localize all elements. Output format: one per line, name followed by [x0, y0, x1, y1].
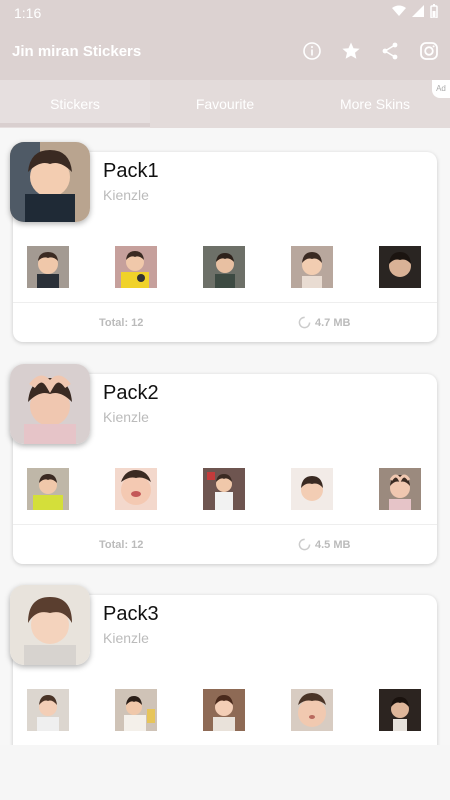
- sticker-thumbnail: [203, 246, 245, 288]
- tab-more-skins[interactable]: More Skins: [300, 80, 450, 128]
- star-icon[interactable]: [340, 40, 362, 62]
- sticker-thumbnail: [291, 246, 333, 288]
- pack-author: Kienzle: [103, 409, 149, 425]
- wifi-icon: [392, 5, 406, 16]
- signal-icon: [412, 5, 424, 17]
- battery-icon: [430, 4, 438, 18]
- status-icons: [392, 4, 438, 18]
- sticker-thumbnail: [291, 689, 333, 731]
- tab-bar: Stickers Favourite More Skins: [0, 80, 450, 128]
- pack-cover-image: [10, 142, 90, 222]
- pack-name: Pack1: [103, 160, 159, 182]
- app-bar: Jin miran Stickers: [0, 26, 450, 80]
- status-time: 1:16: [14, 5, 42, 21]
- info-icon[interactable]: [301, 40, 323, 62]
- tab-stickers[interactable]: Stickers: [0, 80, 150, 128]
- ad-badge[interactable]: Ad: [432, 80, 450, 98]
- sticker-thumbnail: [379, 468, 421, 510]
- sticker-thumbnail: [115, 246, 157, 288]
- sticker-thumbnail: [27, 689, 69, 731]
- pack-cover-image: [10, 364, 90, 444]
- pack-cover-image: [10, 585, 90, 665]
- sticker-thumbnail: [291, 468, 333, 510]
- sticker-count: Total: 12: [99, 317, 144, 329]
- pack-author: Kienzle: [103, 187, 149, 203]
- sticker-preview-row: [27, 468, 423, 510]
- sticker-thumbnail: [115, 468, 157, 510]
- tab-indicator: [0, 123, 150, 127]
- sticker-count: Total: 12: [99, 539, 144, 551]
- size-progress-icon: [298, 538, 311, 551]
- sticker-thumbnail: [379, 689, 421, 731]
- sticker-thumbnail: [27, 246, 69, 288]
- pack-size: 4.5 MB: [298, 538, 350, 551]
- app-title: Jin miran Stickers: [12, 43, 142, 60]
- share-icon[interactable]: [379, 40, 401, 62]
- card-divider: [13, 524, 437, 525]
- status-bar: 1:16: [0, 0, 450, 26]
- card-divider: [13, 302, 437, 303]
- pack-size: 4.7 MB: [298, 316, 350, 329]
- size-progress-icon: [298, 316, 311, 329]
- app-bar-actions: [301, 40, 440, 62]
- sticker-thumbnail: [27, 468, 69, 510]
- pack-card-1[interactable]: Pack1 Kienzle Total: 12 4.7 MB: [10, 142, 437, 342]
- sticker-thumbnail: [115, 689, 157, 731]
- pack-size-value: 4.7 MB: [315, 316, 351, 329]
- sticker-thumbnail: [203, 468, 245, 510]
- bottom-area: [0, 745, 450, 800]
- pack-size-value: 4.5 MB: [315, 538, 351, 551]
- sticker-preview-row: [27, 246, 423, 288]
- sticker-preview-row: [27, 689, 423, 731]
- pack-author: Kienzle: [103, 630, 149, 646]
- tab-favourite[interactable]: Favourite: [150, 80, 300, 128]
- pack-name: Pack3: [103, 603, 159, 625]
- sticker-thumbnail: [203, 689, 245, 731]
- pack-card-2[interactable]: Pack2 Kienzle Total: 12 4.5 MB: [10, 364, 437, 564]
- instagram-icon[interactable]: [418, 40, 440, 62]
- pack-name: Pack2: [103, 382, 159, 404]
- sticker-thumbnail: [379, 246, 421, 288]
